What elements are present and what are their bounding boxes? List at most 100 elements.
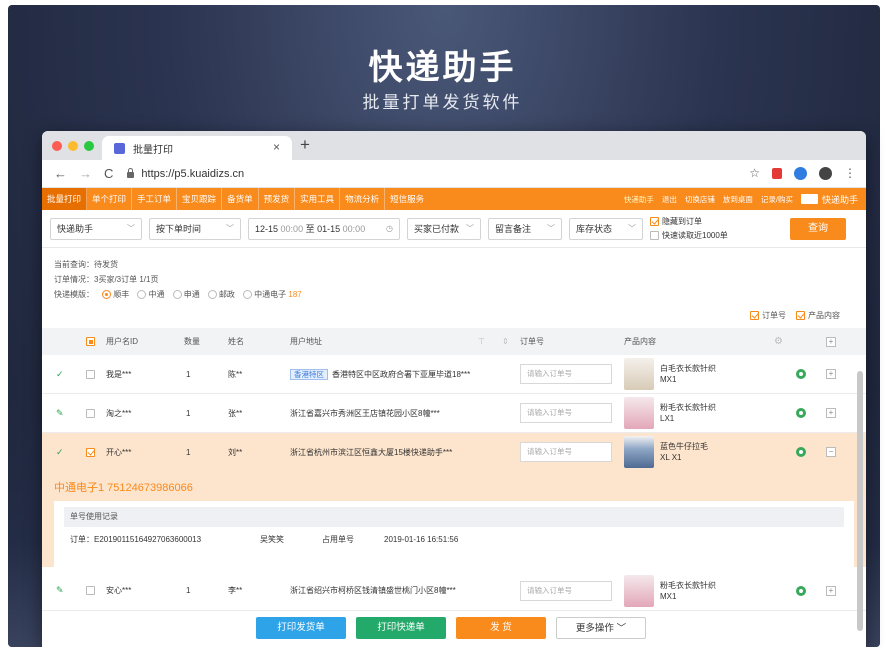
- row-checkbox[interactable]: [86, 369, 95, 379]
- date-range-picker[interactable]: 12-15 00:00 至 01-15 00:00 ◷: [248, 217, 400, 240]
- reload-icon[interactable]: C: [104, 166, 113, 181]
- row-checkbox[interactable]: [86, 447, 95, 457]
- close-tab-icon[interactable]: ×: [273, 140, 280, 154]
- menu-switch-store-link[interactable]: 切换店铺: [685, 194, 715, 205]
- express-select[interactable]: 快递助手 ﹀: [50, 217, 142, 240]
- menu-purchase-link[interactable]: 记录/购买: [761, 194, 793, 205]
- chevron-down-icon: ﹀: [628, 224, 636, 233]
- menu-batch-print[interactable]: 批量打印: [42, 188, 88, 210]
- region-tag[interactable]: 香港特区: [290, 368, 328, 380]
- edit-pencil-icon[interactable]: ✎: [56, 408, 64, 419]
- menu-single-print[interactable]: 单个打印: [87, 188, 133, 210]
- buyer-paid-select[interactable]: 买家已付款 ﹀: [407, 217, 481, 240]
- hero-subtitle: 批量打单发货软件: [362, 93, 523, 112]
- status-green-icon[interactable]: [796, 369, 806, 379]
- table-row[interactable]: ✎ 淘之*** 1 张** 浙江省嘉兴市秀洲区王店镇花园小区8幢*** 请输入订…: [42, 394, 866, 433]
- menu-desktop-link[interactable]: 放到桌面: [723, 194, 753, 205]
- expand-row-icon[interactable]: +: [826, 585, 836, 596]
- show-order-no-checkbox[interactable]: 订单号: [750, 308, 786, 323]
- usage-record-box: 单号使用记录 订单：E20190115164927063600013 吴笑笑 占…: [54, 501, 854, 575]
- filter-icon[interactable]: ⊤: [478, 337, 485, 346]
- extension-red-icon[interactable]: [772, 167, 782, 179]
- menu-right-links: 快递助手 退出 切换店铺 放到桌面 记录/购买 快递助手: [624, 188, 858, 210]
- extension-blue-icon[interactable]: [794, 166, 807, 180]
- menu-sms-service[interactable]: 短信服务: [385, 188, 429, 210]
- status-green-icon[interactable]: [796, 447, 806, 457]
- sort-icon[interactable]: ⇕: [502, 337, 509, 346]
- order-number-input[interactable]: 请输入订单号: [520, 403, 612, 423]
- query-button[interactable]: 查询: [790, 218, 846, 240]
- action-bar: 打印发货单 打印快递单 发 货 更多操作 ﹀: [256, 617, 646, 639]
- menu-item-tracking[interactable]: 宝贝跟踪: [177, 188, 223, 210]
- menu-pre-ship[interactable]: 预发货: [259, 188, 296, 210]
- close-window-button[interactable]: [52, 141, 62, 151]
- new-tab-button[interactable]: +: [300, 135, 310, 155]
- url-field[interactable]: https://p5.kuaidizs.cn: [127, 167, 245, 180]
- status-green-icon[interactable]: [796, 408, 806, 418]
- template-selector: 快递模版： 顺丰 中通 申通 邮政 中通电子 187: [54, 287, 854, 302]
- vertical-scrollbar[interactable]: [857, 371, 863, 631]
- more-actions-button[interactable]: 更多操作 ﹀: [556, 617, 646, 639]
- row-product: 白毛衣长款针织MX1: [624, 358, 716, 390]
- tracking-number[interactable]: 中通电子1 75124673986066: [54, 479, 854, 495]
- browser-tab[interactable]: 批量打印 ×: [102, 136, 292, 160]
- status-green-icon[interactable]: [796, 585, 806, 596]
- show-product-checkbox[interactable]: 产品内容: [796, 308, 840, 323]
- order-number-input[interactable]: 请输入订单号: [520, 364, 612, 384]
- usage-record-title: 单号使用记录: [64, 507, 844, 527]
- bookmark-star-icon[interactable]: ☆: [749, 166, 760, 180]
- row-user-id: 淘之***: [106, 408, 132, 418]
- collapse-row-icon[interactable]: −: [826, 447, 836, 457]
- row-product: 粉毛衣长款针织MX1: [624, 574, 716, 607]
- product-thumbnail: [624, 574, 654, 607]
- profile-icon[interactable]: [819, 166, 832, 180]
- radio-youzheng[interactable]: [207, 290, 217, 300]
- minimize-window-button[interactable]: [68, 141, 78, 151]
- radio-shentong[interactable]: [172, 290, 182, 300]
- brand-name: 快递助手: [821, 194, 858, 205]
- fast-read-checkbox[interactable]: 快速读取近1000单: [650, 230, 728, 241]
- print-invoice-button[interactable]: 打印发货单: [256, 617, 346, 639]
- edit-pencil-icon[interactable]: ✎: [56, 585, 64, 596]
- usage-type: 占用单号: [322, 535, 354, 544]
- hide-orders-checkbox[interactable]: 隐藏到订单: [650, 216, 728, 227]
- menu-stock-list[interactable]: 备货单: [222, 188, 259, 210]
- row-qty: 1: [186, 586, 191, 595]
- remark-select[interactable]: 留言备注 ﹀: [488, 217, 562, 240]
- table-row[interactable]: ✓ 我是*** 1 陈** 香港特区 香港特区中区政府合署下亚厘毕道18*** 请…: [42, 355, 866, 394]
- chevron-down-icon: ﹀: [547, 224, 555, 233]
- ship-button[interactable]: 发 货: [456, 617, 546, 639]
- order-time-select[interactable]: 按下单时间 ﹀: [149, 217, 241, 240]
- menu-manual-order[interactable]: 手工订单: [132, 188, 178, 210]
- clock-icon: ◷: [386, 224, 393, 233]
- stock-status-select[interactable]: 库存状态 ﹀: [569, 217, 643, 240]
- row-name: 陈**: [228, 369, 243, 379]
- col-user-id: 用户名ID: [106, 337, 138, 346]
- back-icon[interactable]: ←: [54, 166, 67, 181]
- radio-zhongtong-electronic[interactable]: [243, 290, 253, 300]
- row-checkbox[interactable]: [86, 408, 95, 418]
- expand-row-icon[interactable]: +: [826, 369, 836, 379]
- forward-icon[interactable]: →: [79, 166, 92, 181]
- browser-menu-icon[interactable]: ⋮: [844, 166, 856, 180]
- expand-row-icon[interactable]: +: [826, 408, 836, 418]
- radio-zhongtong[interactable]: [137, 290, 147, 300]
- radio-shunfeng[interactable]: [102, 290, 112, 300]
- date-range-to: 至: [305, 224, 315, 234]
- select-all-checkbox[interactable]: [86, 337, 95, 346]
- table-row-selected[interactable]: ✓ 开心*** 1 刘** 浙江省杭州市滨江区恒鑫大厦15楼快递助手*** 请输…: [42, 433, 866, 471]
- menu-helper-link[interactable]: 快递助手: [624, 194, 654, 205]
- maximize-window-button[interactable]: [84, 141, 94, 151]
- print-express-button[interactable]: 打印快递单: [356, 617, 446, 639]
- row-checkbox[interactable]: [86, 586, 95, 595]
- order-number-input[interactable]: 请输入订单号: [520, 442, 612, 462]
- menu-tools[interactable]: 实用工具: [295, 188, 341, 210]
- order-number-input[interactable]: 请输入订单号: [520, 580, 612, 601]
- settings-gear-icon[interactable]: ⚙: [774, 336, 783, 347]
- url-text: https://p5.kuaidizs.cn: [141, 167, 245, 180]
- site-favicon-icon: [114, 142, 125, 154]
- expand-all-icon[interactable]: +: [826, 336, 836, 347]
- menu-logout-link[interactable]: 退出: [662, 194, 677, 205]
- table-row[interactable]: ✎ 安心*** 1 李** 浙江省绍兴市柯桥区钱清镇盛世桃门小区8幢*** 请输…: [42, 571, 866, 611]
- menu-logistics-analysis[interactable]: 物流分析: [340, 188, 386, 210]
